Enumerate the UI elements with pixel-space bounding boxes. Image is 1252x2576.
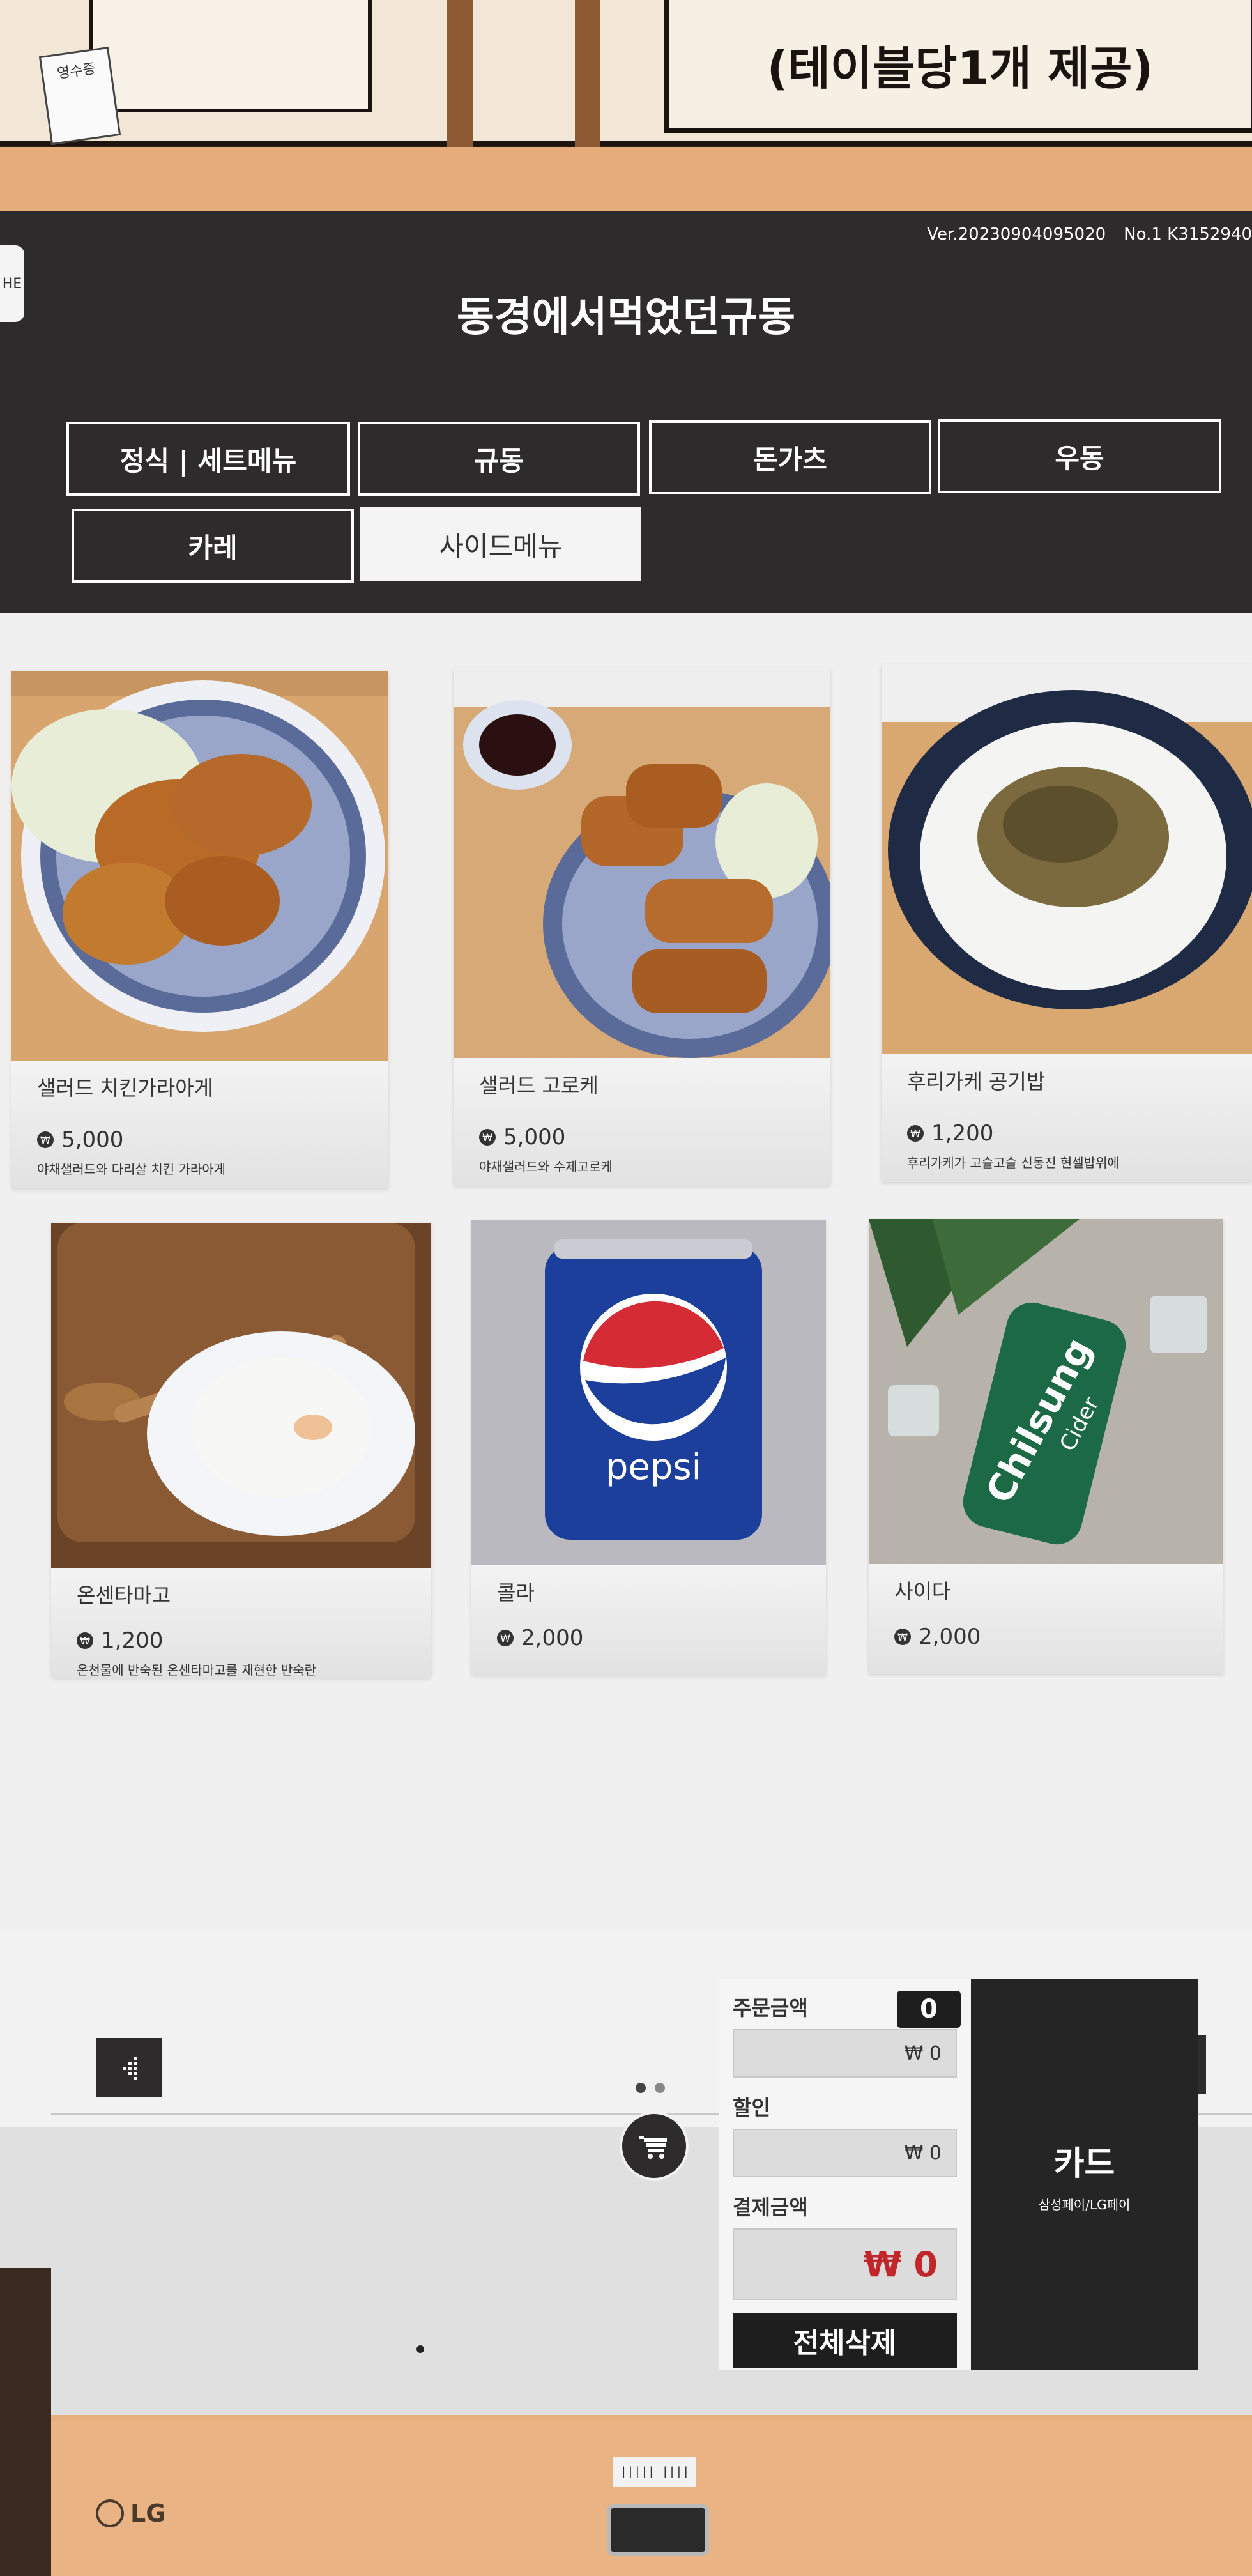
card-payment-label: 카드 (1053, 2145, 1115, 2183)
brand-logo: LG (96, 2499, 165, 2527)
product-info: 사이다 ₩2,000 (869, 1564, 1223, 1674)
page-indicator (636, 2083, 665, 2093)
lg-circle-icon (96, 2499, 124, 2527)
tab-side-menu[interactable]: 사이드메뉴 (360, 507, 641, 581)
terminal-number: No.1 K3152940 (1124, 225, 1252, 244)
card-payment-sublabel: 삼성페이/LG페이 (1038, 2197, 1131, 2212)
product-image (51, 1223, 431, 1568)
kiosk-top-bezel (0, 147, 1252, 211)
kiosk-edge-shadow (0, 2268, 51, 2576)
barcode-sticker: ||||| |||| (613, 2457, 696, 2487)
product-price-value: 2,000 (521, 1625, 584, 1651)
discount-label: 할인 (733, 2096, 770, 2120)
product-info: 후리가케 공기밥 ₩1,200 후리가케가 고슬고슬 신동진 현셀밥위에 (882, 1054, 1252, 1182)
clear-all-button[interactable]: 전체삭제 (733, 2313, 957, 2368)
won-icon: ₩ (479, 1129, 496, 1146)
tab-gyudon[interactable]: 규동 (358, 422, 640, 496)
tab-curry[interactable]: 카레 (72, 509, 354, 583)
pepsi-logo-text: pepsi (606, 1446, 701, 1488)
cart-page-dot (416, 2345, 424, 2353)
arrow-left-icon (123, 2057, 137, 2080)
wall-sign-left (89, 0, 372, 112)
wall-sign-right: (테이블당1개 제공) (664, 0, 1252, 133)
background-scene: (테이블당1개 제공) 영수증 (0, 0, 1252, 153)
product-name: 샐러드 치킨가라아게 (37, 1076, 213, 1100)
won-icon: ₩ (907, 1125, 924, 1142)
product-price-value: 1,200 (931, 1121, 994, 1146)
product-price: ₩2,000 (497, 1625, 826, 1651)
product-name: 온센타마고 (77, 1583, 171, 1607)
product-name: 샐러드 고로케 (479, 1073, 599, 1098)
order-amount-value: ₩ 0 (733, 2029, 957, 2078)
product-name: 사이다 (894, 1579, 951, 1604)
cart-toggle-button[interactable] (620, 2112, 689, 2181)
payment-amount-value: ₩ 0 (733, 2228, 957, 2300)
order-summary: 0 주문금액 ₩ 0 할인 ₩ 0 결제금액 ₩ 0 전체삭제 (719, 1979, 971, 2370)
product-name: 후리가케 공기밥 (907, 1070, 1046, 1094)
won-icon: ₩ (894, 1629, 911, 1645)
won-icon: ₩ (77, 1632, 93, 1649)
product-description: 후리가케가 고슬고슬 신동진 현셀밥위에 (907, 1155, 1119, 1170)
tab-udon[interactable]: 우동 (938, 419, 1221, 493)
discount-value: ₩ 0 (733, 2129, 957, 2177)
header: Ver.20230904095020 No.1 K3152940 HE 동경에서먹… (0, 211, 1252, 613)
tab-set-menu[interactable]: 정식 | 세트메뉴 (66, 422, 350, 496)
product-image: Chilsung Cider (869, 1219, 1223, 1564)
receipt-stand: 영수증 (38, 47, 121, 145)
product-description: 야채샐러드와 수제고로케 (479, 1159, 613, 1174)
page-dot (655, 2083, 665, 2093)
product-price: ₩1,200 (907, 1121, 1252, 1146)
product-card-cider[interactable]: Chilsung Cider 사이다 ₩2,000 (869, 1219, 1223, 1674)
product-price-value: 2,000 (919, 1624, 981, 1650)
product-card-furikake-rice[interactable]: 후리가케 공기밥 ₩1,200 후리가케가 고슬고슬 신동진 현셀밥위에 (882, 664, 1252, 1182)
prev-page-button[interactable] (96, 2038, 162, 2097)
product-price-value: 5,000 (61, 1127, 124, 1153)
product-image (454, 668, 830, 1058)
item-count-badge: 0 (897, 1991, 961, 2028)
product-price-value: 1,200 (101, 1628, 164, 1653)
product-card-croquette[interactable]: 샐러드 고로케 ₩5,000 야채샐러드와 수제고로케 (454, 668, 830, 1186)
version-label: Ver.20230904095020 (927, 225, 1106, 244)
product-price-value: 5,000 (503, 1124, 566, 1150)
page-dot-active (636, 2083, 646, 2093)
wood-pole (575, 0, 600, 153)
version-info: Ver.20230904095020 No.1 K3152940 (909, 225, 1252, 244)
product-price: ₩2,000 (894, 1624, 1223, 1650)
product-description: 야채샐러드와 다리살 치킨 가라아게 (37, 1162, 226, 1177)
product-info: 콜라 ₩2,000 (471, 1565, 826, 1675)
product-price: ₩5,000 (37, 1127, 388, 1153)
won-icon: ₩ (37, 1131, 54, 1148)
brand-text: LG (130, 2499, 166, 2527)
product-card-onsen-tamago[interactable]: 온센타마고 ₩1,200 온천물에 반숙된 온센타마고를 재현한 반숙란 (51, 1223, 431, 1678)
product-description: 온천물에 반숙된 온센타마고를 재현한 반숙란 (77, 1662, 317, 1678)
product-card-cola[interactable]: pepsi 콜라 ₩2,000 (471, 1220, 826, 1675)
product-info: 샐러드 치킨가라아게 ₩5,000 야채샐러드와 다리살 치킨 가라아게 (11, 1061, 388, 1188)
product-info: 온센타마고 ₩1,200 온천물에 반숙된 온센타마고를 재현한 반숙란 (51, 1568, 431, 1678)
product-info: 샐러드 고로케 ₩5,000 야채샐러드와 수제고로케 (454, 1058, 830, 1186)
payment-amount-label: 결제금액 (733, 2195, 808, 2220)
wood-pole (447, 0, 473, 153)
product-image (11, 671, 388, 1061)
tab-tonkatsu[interactable]: 돈가츠 (649, 420, 931, 494)
product-image (882, 664, 1252, 1054)
store-title: 동경에서먹었던규동 (457, 294, 795, 341)
product-name: 콜라 (497, 1581, 535, 1605)
product-price: ₩1,200 (77, 1628, 431, 1653)
won-icon: ₩ (497, 1630, 514, 1646)
card-payment-button[interactable]: 카드 삼성페이/LG페이 (971, 1979, 1198, 2370)
product-image: pepsi (471, 1220, 826, 1565)
cart-icon (639, 2136, 667, 2159)
card-reader-slot[interactable] (607, 2504, 709, 2556)
product-card-chicken-karaage[interactable]: 샐러드 치킨가라아게 ₩5,000 야채샐러드와 다리살 치킨 가라아게 (11, 671, 388, 1188)
product-price: ₩5,000 (479, 1124, 830, 1150)
